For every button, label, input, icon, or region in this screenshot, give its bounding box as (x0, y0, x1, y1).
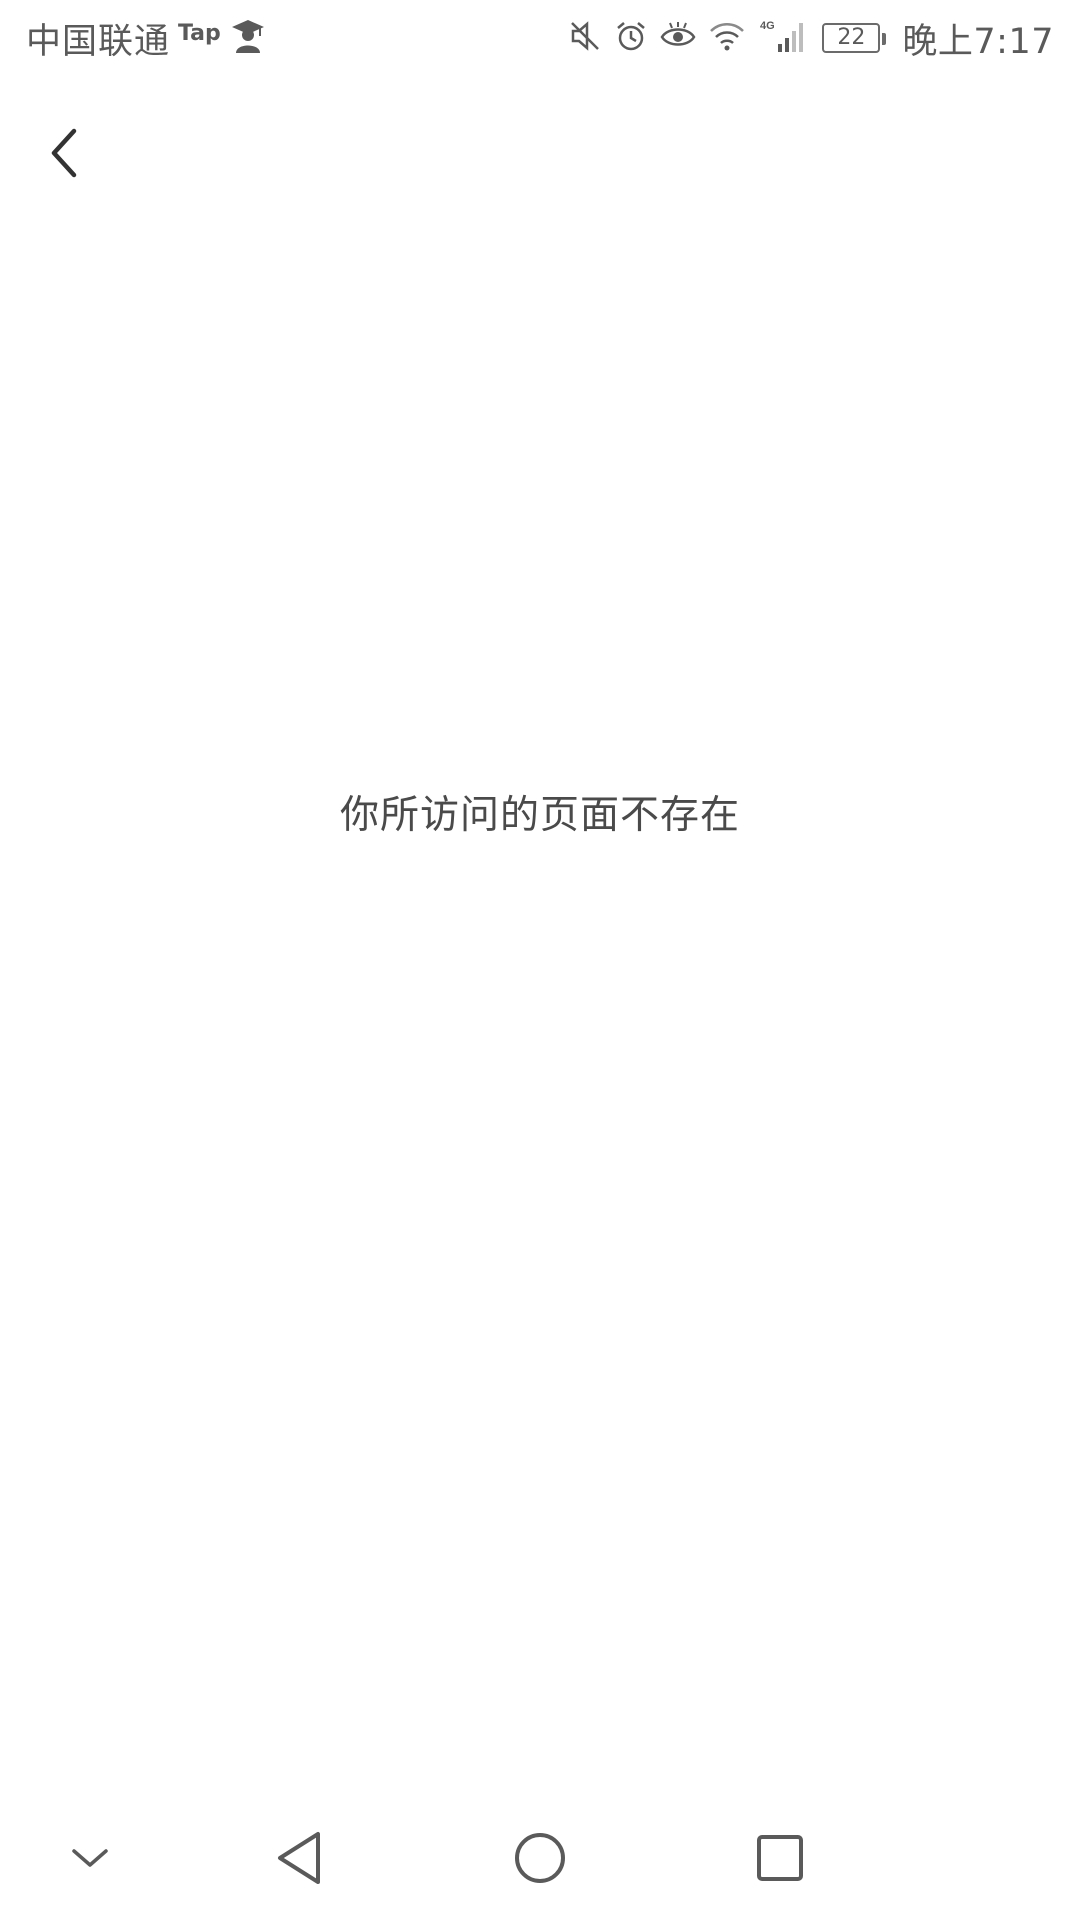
svg-text:4G: 4G (760, 20, 775, 32)
carrier-name: 中国联通 (26, 21, 171, 62)
mute-icon (556, 19, 602, 57)
wifi-icon (696, 19, 746, 57)
system-back-button[interactable] (250, 1808, 350, 1908)
scholar-icon (231, 18, 265, 58)
chevron-down-icon (72, 1849, 108, 1867)
collapse-nav-button[interactable] (40, 1808, 140, 1908)
navigation-bar (0, 1808, 1080, 1920)
battery-icon: 22 (822, 23, 887, 53)
chevron-left-icon (51, 128, 77, 178)
triangle-back-icon (278, 1832, 320, 1884)
status-right: 4G 22 晚上7:17 (556, 13, 1054, 64)
tap-app-label: Tap (178, 20, 221, 46)
page-not-found-message: 你所访问的页面不存在 (339, 793, 740, 838)
status-time: 晚上7:17 (902, 21, 1054, 62)
back-button[interactable] (32, 118, 96, 188)
status-left: 中国联通 Tap (26, 13, 265, 64)
circle-home-icon (515, 1833, 565, 1883)
recent-apps-button[interactable] (730, 1808, 830, 1908)
home-button[interactable] (490, 1808, 590, 1908)
status-bar: 中国联通 Tap 4G 22 晚上7:17 (0, 0, 1080, 76)
battery-level: 22 (837, 25, 866, 50)
eye-icon (648, 19, 696, 57)
square-recent-icon (757, 1835, 803, 1881)
alarm-icon (602, 19, 648, 57)
signal-4g-icon: 4G (746, 18, 804, 58)
